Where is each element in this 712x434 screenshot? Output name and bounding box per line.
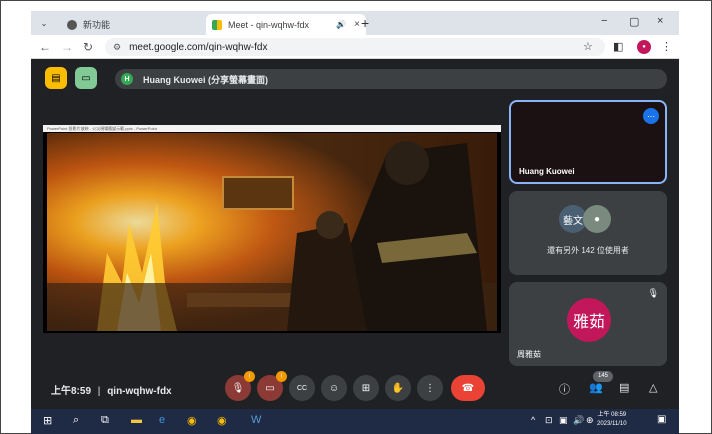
stop-presenting-icon[interactable]: ▤ <box>45 67 67 89</box>
volume-icon[interactable]: 🔊 <box>573 415 584 426</box>
maximize-button[interactable]: ▢ <box>629 15 639 28</box>
input-method-icon[interactable]: ▣ <box>559 415 568 426</box>
bookmark-star-icon[interactable]: ☆ <box>583 40 593 53</box>
presenter-label: Huang Kuowei (分享螢幕畫面) <box>143 74 268 85</box>
separator: | <box>97 386 101 397</box>
language-icon[interactable]: ⊕ <box>586 415 594 426</box>
presenter-avatar: H <box>121 73 133 85</box>
warning-badge: ! <box>276 371 287 382</box>
avatar-group: 藝文 ● <box>559 205 611 233</box>
participant-tile-presenter[interactable]: ⋯ Huang Kuowei <box>509 100 667 184</box>
chrome-icon <box>67 19 77 30</box>
meeting-code: qin-wqhw-fdx <box>107 386 172 397</box>
tab-title: Meet - qin-wqhw-fdx <box>228 19 310 30</box>
new-tab-button[interactable]: + <box>361 15 369 31</box>
participant-tile-others[interactable]: 藝文 ● 還有另外 142 位使用者 <box>509 191 667 275</box>
tab-meet[interactable]: Meet - qin-wqhw-fdx 🔊 × <box>206 14 366 35</box>
chrome-icon[interactable]: ◉ <box>187 414 197 427</box>
fire-scene-image <box>47 133 497 331</box>
audio-playing-icon[interactable]: 🔊 <box>336 20 346 29</box>
file-explorer-icon[interactable]: ▬ <box>131 414 142 426</box>
url-text: meet.google.com/qin-wqhw-fdx <box>129 41 268 53</box>
activities-icon[interactable]: △ <box>649 381 657 394</box>
camera-button[interactable]: ▭! <box>257 371 287 401</box>
task-view-icon[interactable]: ⧉ <box>101 414 109 427</box>
firefighter-photo <box>47 133 497 331</box>
others-count-text: 還有另外 142 位使用者 <box>547 246 629 255</box>
leave-call-button[interactable]: ☎ <box>451 375 485 401</box>
raise-hand-button[interactable]: ✋ <box>385 375 411 401</box>
close-window-button[interactable]: × <box>657 15 663 27</box>
edge-icon[interactable]: e <box>159 414 165 426</box>
more-options-button[interactable]: ⋮ <box>417 375 443 401</box>
clock-date: 2023/11/10 <box>597 421 627 427</box>
profile-avatar[interactable]: ● <box>637 40 651 54</box>
chat-icon[interactable]: ▤ <box>619 381 629 394</box>
call-controls: 上午8:59 | qin-wqhw-fdx 🎙! ▭! CC ☺ ⊞ ✋ ⋮ ☎… <box>31 371 679 405</box>
reload-icon[interactable]: ↻ <box>83 40 93 54</box>
shared-screen: PowerPoint 投影片放映 - 火災現場應變示範.pptx - Power… <box>43 125 501 333</box>
mic-button[interactable]: 🎙! <box>225 371 255 401</box>
presenter-bar: H Huang Kuowei (分享螢幕畫面) <box>115 69 667 89</box>
participant-name: 周雅茹 <box>517 350 541 359</box>
tab-title: 新功能 <box>83 20 111 30</box>
chrome-icon[interactable]: ◉ <box>217 414 227 427</box>
powerpoint-titlebar: PowerPoint 投影片放映 - 火災現場應變示範.pptx - Power… <box>43 125 501 132</box>
site-settings-icon[interactable]: ⚙ <box>113 42 121 53</box>
meeting-time: 上午8:59 <box>51 386 92 397</box>
tray-expand-icon[interactable]: ^ <box>531 415 535 425</box>
tab-new-features[interactable]: 新功能 × <box>61 14 221 35</box>
mic-off-icon: 🎙 <box>647 288 659 298</box>
network-icon[interactable]: ⊡ <box>545 415 553 426</box>
browser-window: ⌄ 新功能 × Meet - qin-wqhw-fdx 🔊 × + − ▢ × … <box>31 11 679 434</box>
tab-close-icon[interactable]: × <box>354 19 360 30</box>
participant-name: Huang Kuowei <box>519 167 575 176</box>
notification-icon[interactable]: ▣ <box>657 414 666 425</box>
people-icon[interactable]: 👥 <box>589 381 603 394</box>
minimize-button[interactable]: − <box>601 15 607 27</box>
tab-strip: ⌄ 新功能 × Meet - qin-wqhw-fdx 🔊 × + − ▢ × <box>31 11 679 35</box>
word-icon[interactable]: W <box>251 414 261 426</box>
side-panel-icon[interactable]: ◧ <box>613 40 623 53</box>
participant-tile-user[interactable]: 🎙 雅茹 周雅茹 <box>509 282 667 366</box>
menu-kebab-icon[interactable]: ⋮ <box>661 40 672 53</box>
avatar-photo: ● <box>583 205 611 233</box>
meeting-info: 上午8:59 | qin-wqhw-fdx <box>51 382 172 397</box>
more-options-icon[interactable]: ⋯ <box>643 108 659 124</box>
address-bar[interactable]: ⚙ meet.google.com/qin-wqhw-fdx <box>105 38 605 56</box>
captions-button[interactable]: CC <box>289 375 315 401</box>
warning-badge: ! <box>244 371 255 382</box>
meeting-details-icon[interactable]: ⓘ <box>559 381 570 397</box>
windows-taskbar: ⊞ ⌕ ⧉ ▬ e ◉ ◉ W ^ ⊡ ▣ 🔊 ⊕ 上午 08:59 2023/… <box>31 409 679 434</box>
search-icon[interactable]: ⌕ <box>73 414 79 427</box>
back-icon[interactable]: ← <box>39 40 51 54</box>
emoji-button[interactable]: ☺ <box>321 375 347 401</box>
avatar: 雅茹 <box>567 298 611 342</box>
present-button[interactable]: ⊞ <box>353 375 379 401</box>
meet-header: ▤ ▭ <box>45 67 97 89</box>
meet-icon <box>212 19 222 30</box>
toolbar: ← → ↻ ⚙ meet.google.com/qin-wqhw-fdx ☆ ◧… <box>31 35 679 59</box>
system-clock[interactable]: 上午 08:59 2023/11/10 <box>597 411 627 429</box>
layout-icon[interactable]: ▭ <box>75 67 97 89</box>
tab-search-icon[interactable]: ⌄ <box>37 16 51 30</box>
windows-start-icon[interactable]: ⊞ <box>43 414 52 427</box>
clock-time: 上午 08:59 <box>597 412 627 418</box>
forward-icon[interactable]: → <box>61 40 73 54</box>
